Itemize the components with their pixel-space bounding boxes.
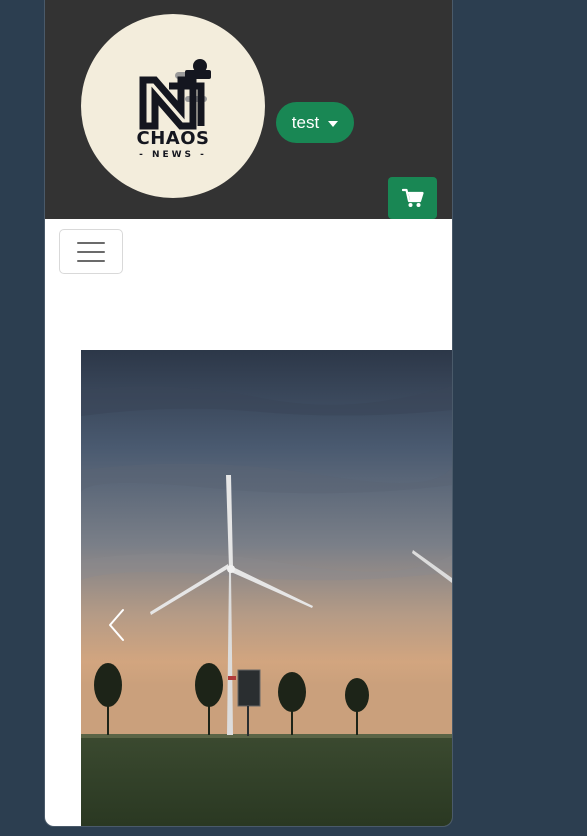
- user-dropdown-label: test: [291, 112, 320, 132]
- user-dropdown-button[interactable]: test: [276, 102, 354, 143]
- hamburger-icon: [77, 241, 105, 262]
- carousel-image: [81, 350, 452, 826]
- site-header: CHAOS - NEWS - test: [45, 0, 452, 219]
- carousel-prev-button[interactable]: [107, 608, 147, 662]
- cart-icon: [401, 188, 424, 207]
- logo-title: CHAOS: [136, 128, 210, 149]
- app-frame: CHAOS - NEWS - test: [44, 0, 453, 827]
- site-logo[interactable]: CHAOS - NEWS -: [81, 14, 265, 198]
- navbar-toggler[interactable]: [59, 229, 123, 274]
- caret-down-icon: [328, 120, 339, 127]
- logo-subtitle: - NEWS -: [139, 150, 207, 160]
- image-carousel: [81, 350, 452, 826]
- logo-mark-icon: [139, 59, 211, 130]
- chevron-left-icon: [109, 609, 124, 641]
- cart-button[interactable]: [388, 177, 437, 219]
